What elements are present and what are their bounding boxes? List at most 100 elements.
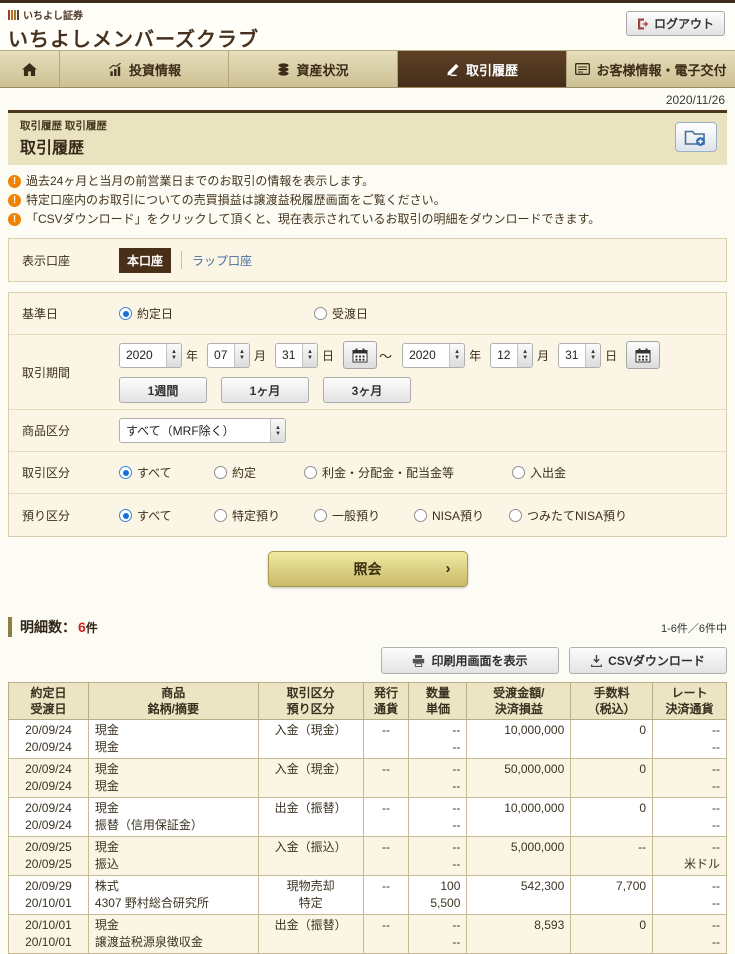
results-label: 明細数： <box>20 617 76 637</box>
radio-option[interactable]: つみたてNISA預り <box>509 507 627 524</box>
print-view-label: 印刷用画面を表示 <box>431 652 527 669</box>
account-tab-main[interactable]: 本口座 <box>119 248 171 273</box>
table-cell: 1005,500 <box>409 876 467 915</box>
deposit-label: 預り区分 <box>9 507 119 524</box>
radio-label: 一般預り <box>332 507 380 524</box>
to-month-select[interactable]: 12▲▼ <box>490 343 533 368</box>
radio-option[interactable]: 入出金 <box>512 464 566 481</box>
account-tab-wrap[interactable]: ラップ口座 <box>192 252 252 269</box>
notice-text: 「CSVダウンロード」をクリックして頂くと、現在表示されているお取引の明細をダウ… <box>26 211 600 228</box>
table-cell: ---- <box>409 720 467 759</box>
table-cell: 現金振替（信用保証金） <box>88 798 258 837</box>
account-label: 表示口座 <box>9 252 119 269</box>
table-cell: -- <box>363 837 409 876</box>
table-cell: ---- <box>409 759 467 798</box>
table-cell: 現金譲渡益税源泉徴収金 <box>88 915 258 954</box>
table-cell: 株式4307 野村総合研究所 <box>88 876 258 915</box>
table-cell: ---- <box>653 798 727 837</box>
table-row: 20/09/2420/09/24現金振替（信用保証金）出金（振替）------1… <box>9 798 727 837</box>
table-cell: 0 <box>571 798 653 837</box>
table-row: 20/10/0120/10/01現金譲渡益税源泉徴収金出金（振替）------8… <box>9 915 727 954</box>
notice-list: !過去24ヶ月と当月の前営業日までのお取引の情報を表示します。!特定口座内のお取… <box>8 173 727 228</box>
radio-icon <box>414 509 427 522</box>
stepper-icon: ▲▼ <box>302 344 317 367</box>
brand-small-label: いちよし証券 <box>23 7 83 22</box>
nav-tab-asset-status[interactable]: 資産状況 <box>229 51 398 87</box>
brand-bars-icon <box>8 10 19 20</box>
from-month-select[interactable]: 07▲▼ <box>207 343 250 368</box>
to-year-select[interactable]: 2020▲▼ <box>402 343 465 368</box>
table-header-row: 約定日受渡日商品銘柄/摘要取引区分預り区分発行通貨数量単価受渡金額/決済損益手数… <box>9 683 727 720</box>
print-view-button[interactable]: 印刷用画面を表示 <box>381 647 559 674</box>
trade-label: 取引区分 <box>9 464 119 481</box>
radio-label: NISA預り <box>432 507 484 524</box>
nav-tab-home[interactable] <box>0 51 60 87</box>
table-cell: 20/09/2420/09/24 <box>9 798 89 837</box>
period-quick-button[interactable]: 1ヶ月 <box>221 377 309 403</box>
radio-option[interactable]: 利金・分配金・配当金等 <box>304 464 512 481</box>
radio-option[interactable]: 特定預り <box>214 507 314 524</box>
table-row: 20/09/2520/09/25現金振込入金（振込）------5,000,00… <box>9 837 727 876</box>
table-cell: 0 <box>571 759 653 798</box>
radio-option[interactable]: 約定日 <box>119 305 314 322</box>
period-quick-button[interactable]: 3ヶ月 <box>323 377 411 403</box>
site-title: いちよしメンバーズクラブ <box>8 23 727 52</box>
month-label: 月 <box>537 347 549 364</box>
column-header: 商品銘柄/摘要 <box>88 683 258 720</box>
logout-button[interactable]: ログアウト <box>626 11 725 36</box>
to-day-select[interactable]: 31▲▼ <box>558 343 601 368</box>
table-cell: 0 <box>571 720 653 759</box>
table-cell: 0 <box>571 915 653 954</box>
product-select[interactable]: すべて（MRF除く）▲▼ <box>119 418 286 443</box>
from-year-select[interactable]: 2020▲▼ <box>119 343 182 368</box>
column-header: 取引区分預り区分 <box>258 683 363 720</box>
calendar-button-from[interactable] <box>343 341 377 369</box>
radio-option[interactable]: 約定 <box>214 464 304 481</box>
printer-icon <box>412 655 425 667</box>
radio-label: つみたてNISA預り <box>527 507 627 524</box>
table-cell: 入金（振込） <box>258 837 363 876</box>
column-header: 手数料（税込） <box>571 683 653 720</box>
table-cell: 現金現金 <box>88 759 258 798</box>
range-separator: ～ <box>379 346 392 365</box>
main-nav: 投資情報資産状況取引履歴お客様情報・電子交付 <box>0 50 735 88</box>
radio-icon <box>314 307 327 320</box>
nav-tab-investment-info[interactable]: 投資情報 <box>60 51 229 87</box>
csv-download-button[interactable]: CSVダウンロード <box>569 647 727 674</box>
radio-option[interactable]: 一般預り <box>314 507 414 524</box>
radio-option[interactable]: すべて <box>119 464 214 481</box>
day-label: 日 <box>322 347 334 364</box>
radio-option[interactable]: すべて <box>119 507 214 524</box>
inquiry-button[interactable]: 照会 › <box>268 551 468 587</box>
trade-row: 取引区分 すべて約定 利金・分配金・配当金等 入出金 <box>9 452 726 494</box>
from-day-select[interactable]: 31▲▼ <box>275 343 318 368</box>
calendar-button-to[interactable] <box>626 341 660 369</box>
table-cell: ---- <box>653 720 727 759</box>
table-cell: 出金（振替） <box>258 915 363 954</box>
results-range: 1-6件／6件中 <box>661 620 727 636</box>
nav-tab-transaction-history[interactable]: 取引履歴 <box>398 51 567 87</box>
stepper-icon: ▲▼ <box>517 344 532 367</box>
radio-label: 利金・分配金・配当金等 <box>322 464 454 481</box>
folder-plus-icon <box>684 128 708 147</box>
coins-icon <box>277 63 290 76</box>
table-cell: 10,000,000 <box>467 798 571 837</box>
table-cell: ---- <box>409 798 467 837</box>
folder-plus-button[interactable] <box>675 122 717 152</box>
table-row: 20/09/2420/09/24現金現金入金（現金）------10,000,0… <box>9 720 727 759</box>
radio-option[interactable]: NISA預り <box>414 507 509 524</box>
month-label: 月 <box>254 347 266 364</box>
radio-option[interactable]: 受渡日 <box>314 305 368 322</box>
period-quick-button[interactable]: 1週間 <box>119 377 207 403</box>
table-cell: 8,593 <box>467 915 571 954</box>
table-cell: 現物売却特定 <box>258 876 363 915</box>
stepper-icon: ▲▼ <box>234 344 249 367</box>
radio-icon <box>314 509 327 522</box>
alert-icon: ! <box>8 194 21 207</box>
results-count: 6 <box>78 619 86 635</box>
inquiry-label: 照会 <box>354 561 382 577</box>
table-cell: 20/09/2920/10/01 <box>9 876 89 915</box>
to-year-select-value: 2020 <box>403 344 449 367</box>
nav-tab-customer-info[interactable]: お客様情報・電子交付 <box>567 51 735 87</box>
table-cell: 現金現金 <box>88 720 258 759</box>
